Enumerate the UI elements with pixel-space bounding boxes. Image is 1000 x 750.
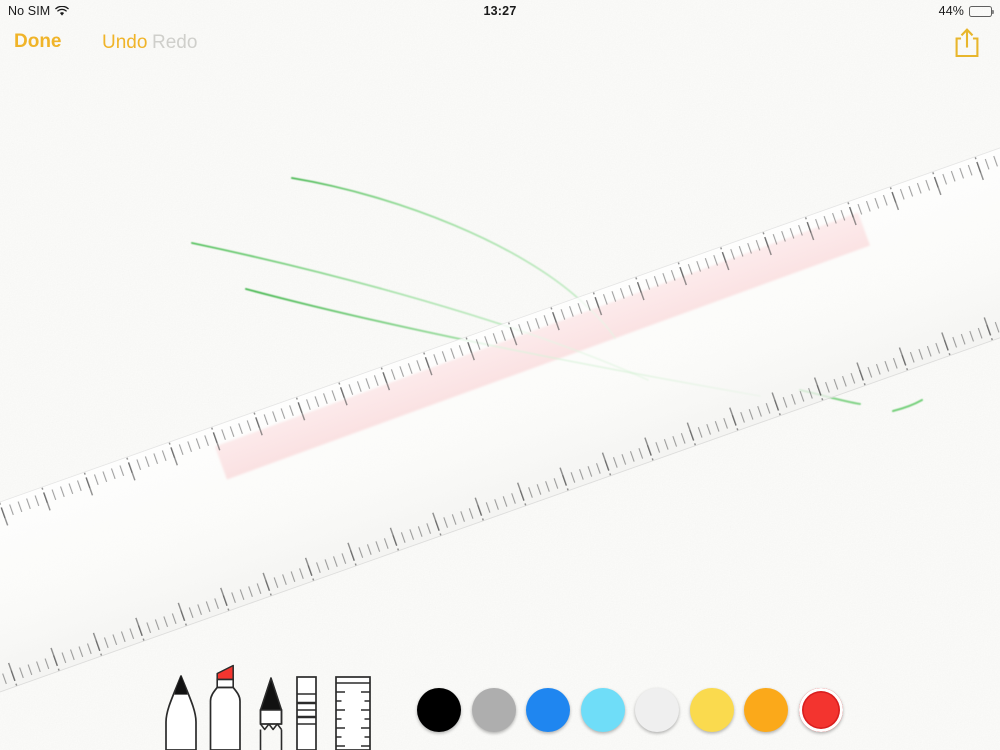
ruler-tool-icon [335,676,371,750]
color-swatch-red[interactable] [798,688,843,732]
color-swatch-orange[interactable] [744,688,788,732]
color-swatch-gray[interactable] [471,688,516,732]
pencil-icon [259,677,283,750]
status-bar-clock: 13:27 [483,4,517,18]
navigation-bar: Done Undo Redo [0,22,1000,64]
highlighter-icon [209,664,241,750]
undo-button[interactable]: Undo [102,32,147,54]
tool-highlighter[interactable] [198,660,250,750]
notes-drawing-screen: No SIM 13:27 44% Done Undo Redo [0,0,1000,750]
status-bar-right: 44% [938,4,994,18]
done-button[interactable]: Done [14,31,62,53]
battery-percent-label: 44% [938,4,964,18]
status-bar: No SIM 13:27 44% [0,0,1000,22]
tool-eraser[interactable] [288,672,324,750]
color-swatch-blue[interactable] [526,688,570,732]
tool-ruler[interactable] [330,672,376,750]
tool-palette [0,660,1000,750]
eraser-icon [296,676,317,750]
color-swatch-light-blue[interactable] [580,688,625,732]
color-swatch-green[interactable] [635,688,679,732]
virtual-ruler[interactable] [0,0,1000,750]
color-swatch-black[interactable] [417,688,461,732]
redo-button: Redo [152,32,198,53]
tool-pencil[interactable] [249,672,293,750]
color-swatch-yellow[interactable] [689,688,734,732]
share-icon [955,28,979,58]
battery-icon [969,5,994,17]
share-button[interactable] [950,25,984,63]
